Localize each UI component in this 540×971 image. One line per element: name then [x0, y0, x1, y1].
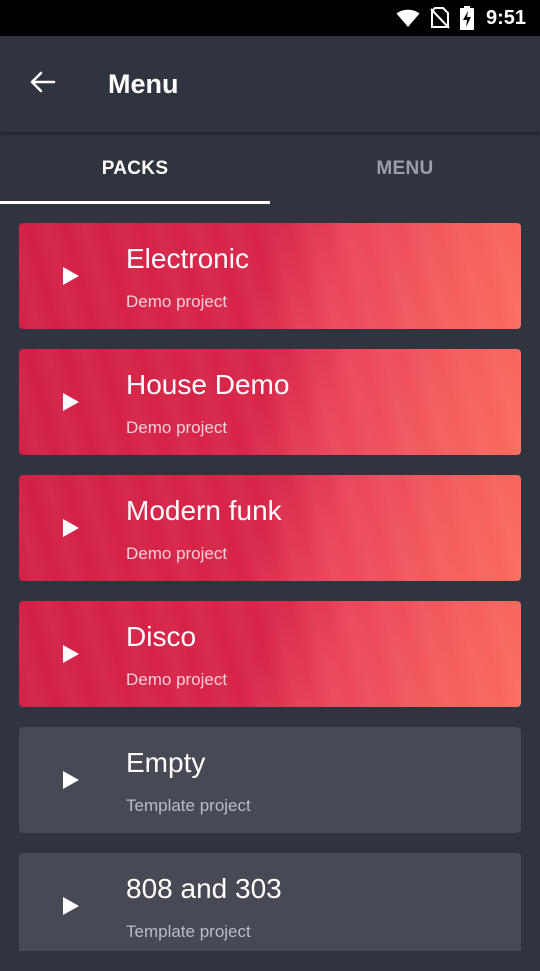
wifi-icon	[396, 8, 420, 28]
page-title: Menu	[108, 68, 179, 99]
back-button[interactable]	[14, 56, 70, 112]
project-subtitle: Template project	[126, 796, 251, 815]
tab-bar: PACKS MENU	[0, 133, 540, 204]
status-bar: 9:51	[0, 0, 540, 36]
project-title: Electronic	[126, 243, 249, 274]
project-card-electronic[interactable]: Electronic Demo project	[19, 223, 521, 329]
play-button[interactable]	[59, 768, 83, 792]
project-subtitle: Template project	[126, 922, 251, 941]
arrow-left-icon	[28, 68, 56, 101]
play-icon	[63, 897, 79, 915]
status-time: 9:51	[485, 6, 526, 29]
project-card-house-demo[interactable]: House Demo Demo project	[19, 349, 521, 455]
active-tab-indicator	[0, 201, 270, 204]
project-subtitle: Demo project	[126, 670, 228, 689]
tab-label: MENU	[376, 157, 434, 179]
project-card-modern-funk[interactable]: Modern funk Demo project	[19, 475, 521, 581]
project-card-808-and-303[interactable]: 808 and 303 Template project	[19, 853, 521, 951]
play-icon	[63, 519, 79, 537]
tab-menu[interactable]: MENU	[270, 133, 540, 204]
project-title: Empty	[126, 747, 206, 778]
play-icon	[63, 645, 79, 663]
play-icon	[63, 393, 79, 411]
project-card-empty[interactable]: Empty Template project	[19, 727, 521, 833]
play-icon	[63, 771, 79, 789]
play-button[interactable]	[59, 516, 83, 540]
project-subtitle: Demo project	[126, 418, 228, 437]
play-button[interactable]	[59, 894, 83, 918]
project-title: Modern funk	[126, 495, 282, 526]
play-icon	[63, 267, 79, 285]
battery-charging-icon	[459, 6, 474, 30]
project-card-disco[interactable]: Disco Demo project	[19, 601, 521, 707]
tab-packs[interactable]: PACKS	[0, 133, 270, 204]
project-title: House Demo	[126, 369, 290, 400]
tab-label: PACKS	[101, 157, 169, 179]
project-title: 808 and 303	[126, 873, 282, 904]
play-button[interactable]	[59, 390, 83, 414]
app-bar: Menu	[0, 36, 540, 132]
project-list: Electronic Demo project House Demo Demo …	[19, 223, 521, 971]
project-title: Disco	[126, 621, 197, 652]
no-sim-icon	[430, 7, 450, 29]
play-button[interactable]	[59, 642, 83, 666]
project-subtitle: Demo project	[126, 544, 228, 563]
project-subtitle: Demo project	[126, 292, 228, 311]
play-button[interactable]	[59, 264, 83, 288]
